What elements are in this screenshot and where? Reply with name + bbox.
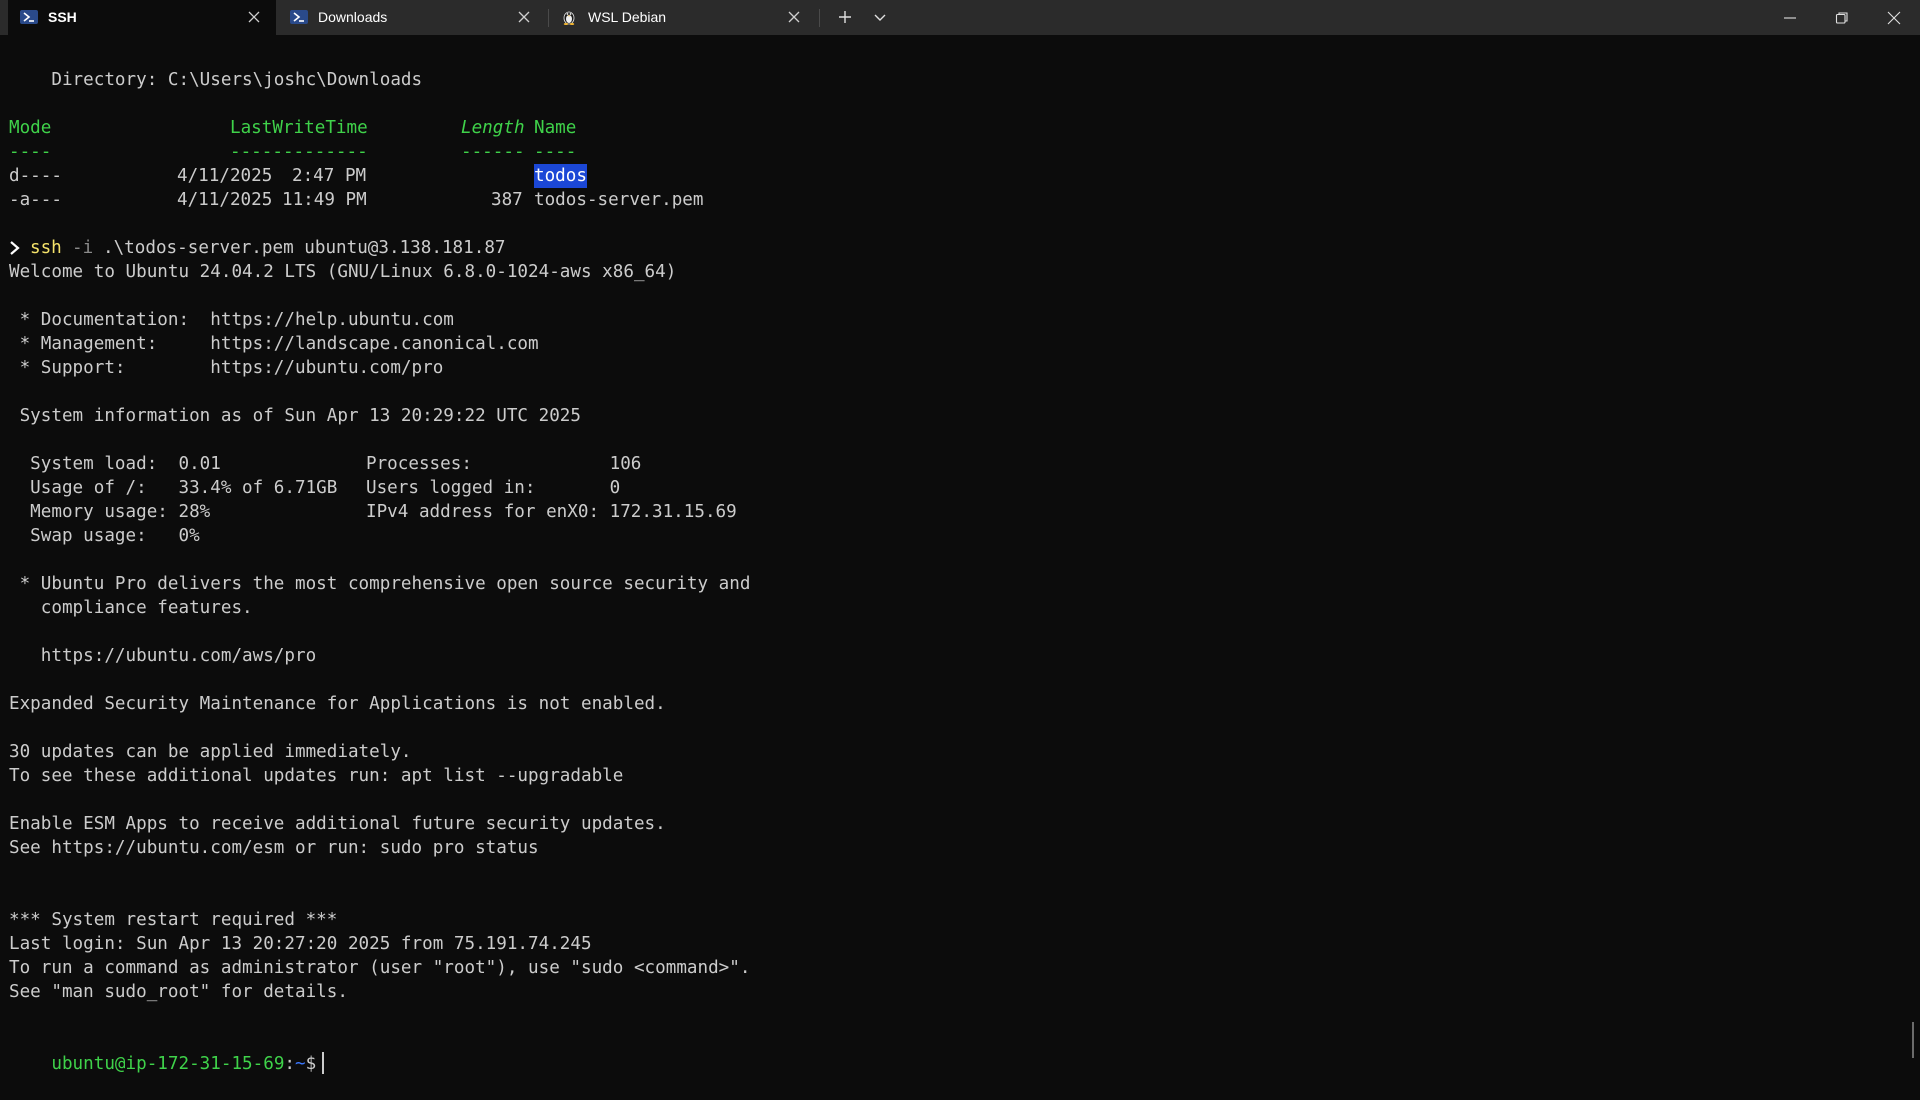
table-row: d---- 4/11/2025 2:47 PM todos (9, 164, 587, 188)
header-name: Name (534, 118, 577, 138)
prompt-symbol: $ (305, 1054, 317, 1074)
tab-ssh[interactable]: SSH (8, 0, 276, 35)
row-name-selected[interactable]: todos (534, 164, 587, 188)
sudo-hint-line: To run a command as administrator (user … (9, 958, 751, 978)
pro-line: * Ubuntu Pro delivers the most comprehen… (9, 574, 751, 594)
window-close-button[interactable] (1869, 0, 1919, 35)
plus-icon (839, 11, 851, 23)
minimize-icon (1784, 17, 1796, 19)
esm-line: Expanded Security Maintenance for Applic… (9, 694, 666, 714)
tab-title: Downloads (318, 9, 388, 25)
prompt-chevron-icon (10, 241, 20, 255)
header-length: Length (461, 118, 525, 138)
chevron-down-icon (874, 14, 886, 21)
pro-link-line: https://ubuntu.com/aws/pro (9, 646, 317, 666)
shell-prompt[interactable]: ubuntu@ip-172-31-15-69:~$ (9, 1028, 325, 1074)
welcome-line: Welcome to Ubuntu 24.04.2 LTS (GNU/Linux… (9, 262, 677, 282)
doc-line: * Support: https://ubuntu.com/pro (9, 358, 444, 378)
sysinfo-row: Memory usage: 28% IPv4 address for enX0:… (9, 500, 737, 524)
last-login-line: Last login: Sun Apr 13 20:27:20 2025 fro… (9, 934, 592, 954)
underline-length: ------ (461, 142, 525, 162)
doc-line: * Documentation: https://help.ubuntu.com (9, 310, 454, 330)
esm-apps-line: Enable ESM Apps to receive additional fu… (9, 814, 666, 834)
header-mode: Mode (9, 118, 52, 138)
tab-downloads[interactable]: Downloads (278, 0, 546, 35)
sysinfo-right: Processes: 106 (366, 454, 642, 474)
underline-name: ---- (534, 142, 577, 162)
updates-line: To see these additional updates run: apt… (9, 766, 624, 786)
scrollbar[interactable] (1912, 1022, 1914, 1058)
table-row: -a--- 4/11/2025 11:49 PM 387 todos-serve… (9, 188, 703, 212)
sysinfo-left: System load: 0.01 (9, 454, 221, 474)
esm-apps-line: See https://ubuntu.com/esm or run: sudo … (9, 838, 539, 858)
restart-line: *** System restart required *** (9, 910, 338, 930)
doc-line: * Management: https://landscape.canonica… (9, 334, 539, 354)
linux-penguin-icon (563, 11, 575, 25)
row-name: todos-server.pem (534, 190, 704, 210)
command-flag: -i (72, 238, 94, 258)
row-time: 11:49 PM (282, 190, 367, 210)
close-icon (1887, 11, 1901, 25)
sysinfo-right: IPv4 address for enX0: 172.31.15.69 (366, 502, 737, 522)
command-program: ssh (30, 238, 62, 258)
sysinfo-header: System information as of Sun Apr 13 20:2… (9, 406, 581, 426)
row-time: 2:47 PM (292, 166, 367, 186)
tab-dropdown-button[interactable] (860, 0, 900, 35)
table-header-underline: ---- ------------- ------ ---- (9, 140, 576, 164)
directory-line: Directory: C:\Users\joshc\Downloads (9, 70, 423, 90)
underline-lastwritetime: ------------- (230, 142, 368, 162)
close-icon[interactable] (786, 9, 802, 25)
underline-mode: ---- (9, 142, 52, 162)
prompt-userhost: ubuntu@ip-172-31-15-69 (51, 1054, 285, 1074)
powershell-icon (20, 10, 38, 24)
sysinfo-row: System load: 0.01 Processes: 106 (9, 452, 641, 476)
close-icon[interactable] (516, 9, 532, 25)
ssh-command-line: ssh -i .\todos-server.pem ubuntu@3.138.1… (9, 236, 506, 260)
pro-line: compliance features. (9, 598, 253, 618)
sysinfo-left: Usage of /: 33.4% of 6.71GB (9, 478, 338, 498)
new-tab-button[interactable] (825, 0, 865, 35)
tab-separator (819, 9, 820, 27)
prompt-colon: : (284, 1054, 296, 1074)
row-mode: d---- (9, 166, 62, 186)
sysinfo-row: Swap usage: 0% (9, 524, 200, 548)
sysinfo-right: Users logged in: 0 (366, 478, 621, 498)
title-bar: SSH Downloads WSL Debian (0, 0, 1920, 35)
row-date: 4/11/2025 (177, 166, 273, 186)
close-icon[interactable] (246, 9, 262, 25)
header-lastwritetime: LastWriteTime (230, 118, 368, 138)
sysinfo-left: Swap usage: 0% (9, 526, 200, 546)
table-header: Mode LastWriteTime Length Name (9, 116, 576, 140)
sysinfo-left: Memory usage: 28% (9, 502, 211, 522)
restore-button[interactable] (1817, 0, 1867, 35)
command-args: .\todos-server.pem ubuntu@3.138.181.87 (103, 238, 506, 258)
text-cursor (322, 1052, 325, 1074)
tab-title: WSL Debian (588, 9, 667, 25)
prompt-path: ~ (295, 1054, 306, 1074)
row-date: 4/11/2025 (177, 190, 273, 210)
powershell-icon (290, 10, 308, 24)
row-mode: -a--- (9, 190, 62, 210)
updates-line: 30 updates can be applied immediately. (9, 742, 412, 762)
tab-wsl-debian[interactable]: WSL Debian (548, 0, 816, 35)
row-length: 387 (491, 190, 523, 210)
tab-title: SSH (48, 9, 77, 25)
restore-icon (1835, 12, 1848, 24)
terminal-output[interactable]: Directory: C:\Users\joshc\Downloads Mode… (9, 58, 1899, 1074)
sudo-hint-line: See "man sudo_root" for details. (9, 982, 348, 1002)
minimize-button[interactable] (1765, 0, 1815, 35)
sysinfo-row: Usage of /: 33.4% of 6.71GB Users logged… (9, 476, 620, 500)
